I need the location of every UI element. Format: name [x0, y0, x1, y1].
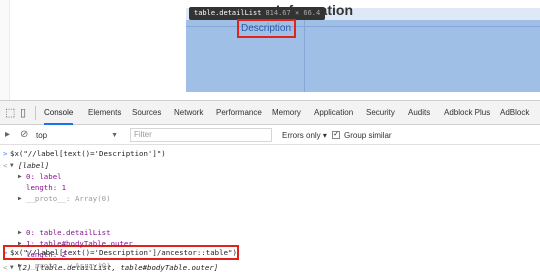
expand-triangle-icon[interactable]: ▶ — [18, 171, 22, 182]
tab-application[interactable]: Application — [314, 101, 353, 125]
expand-triangle-icon[interactable]: ▶ — [18, 260, 22, 271]
execution-context-value: top — [36, 131, 48, 140]
webpage-viewport: Information table.detailList814.67 × 66.… — [0, 0, 540, 100]
group-similar-checkbox[interactable]: ✓ — [332, 131, 340, 139]
console-output[interactable]: > $x("//label[text()='Description']") < … — [0, 146, 540, 272]
tab-adblock[interactable]: AdBlock — [500, 101, 529, 125]
result-item: 0: table.detailList — [26, 228, 111, 237]
tab-security[interactable]: Security — [366, 101, 395, 125]
tooltip-selector: table.detailList — [194, 9, 262, 17]
tab-performance[interactable]: Performance — [216, 101, 262, 125]
execution-context-select[interactable]: top ▼ — [36, 129, 120, 142]
tab-memory[interactable]: Memory — [272, 101, 301, 125]
expand-triangle-icon[interactable]: ▼ — [10, 262, 14, 272]
tab-elements[interactable]: Elements — [88, 101, 121, 125]
result-length: length: 1 — [26, 183, 67, 192]
clear-console-icon[interactable]: ⊘ — [20, 129, 28, 141]
expand-triangle-icon[interactable]: ▶ — [18, 227, 22, 238]
result-item: 1: table#bodyTable.outer — [26, 239, 133, 248]
inspect-element-icon[interactable]: ⬚ — [5, 107, 15, 119]
log-levels-select[interactable]: Errors only ▾ — [282, 129, 328, 142]
tab-sources[interactable]: Sources — [132, 101, 161, 125]
device-toolbar-icon[interactable]: ▯ — [20, 107, 26, 119]
toolbar-separator — [35, 106, 36, 120]
prompt-icon: > — [3, 149, 8, 158]
result-icon: < — [3, 263, 8, 272]
console-filter-input[interactable]: Filter — [130, 128, 272, 142]
tab-adblock-plus[interactable]: Adblock Plus — [444, 101, 490, 125]
console-sidebar-toggle-icon[interactable]: ▸ — [5, 129, 10, 141]
expand-triangle-icon[interactable]: ▶ — [18, 238, 22, 249]
console-filterbar: ▸ ⊘ top ▼ Filter Errors only ▾ ✓ Group si… — [0, 126, 540, 145]
result-proto: __proto__: Array(0) — [26, 194, 111, 203]
expand-triangle-icon[interactable]: ▼ — [10, 160, 14, 171]
result-length: length: 2 — [26, 250, 67, 259]
result-summary: [label] — [18, 161, 50, 170]
tooltip-dimensions: 814.67 × 66.4 — [265, 9, 321, 17]
page-left-margin — [0, 0, 10, 100]
result-proto: __proto__: Array(0) — [26, 261, 111, 270]
annotation-box-description — [237, 19, 296, 38]
table-column-divider — [304, 20, 305, 92]
console-command: $x("//label[text()='Description']") — [10, 149, 166, 158]
tab-audits[interactable]: Audits — [408, 101, 430, 125]
tab-network[interactable]: Network — [174, 101, 203, 125]
expand-triangle-icon[interactable]: ▶ — [18, 193, 22, 204]
group-similar-label: Group similar — [344, 131, 392, 140]
result-icon: < — [3, 161, 8, 170]
chevron-down-icon: ▼ — [111, 132, 118, 139]
devtools-tabbar: ⬚ ▯ Console Elements Sources Network Per… — [0, 101, 540, 125]
tab-console[interactable]: Console — [44, 101, 74, 125]
result-item: 0: label — [26, 172, 62, 181]
